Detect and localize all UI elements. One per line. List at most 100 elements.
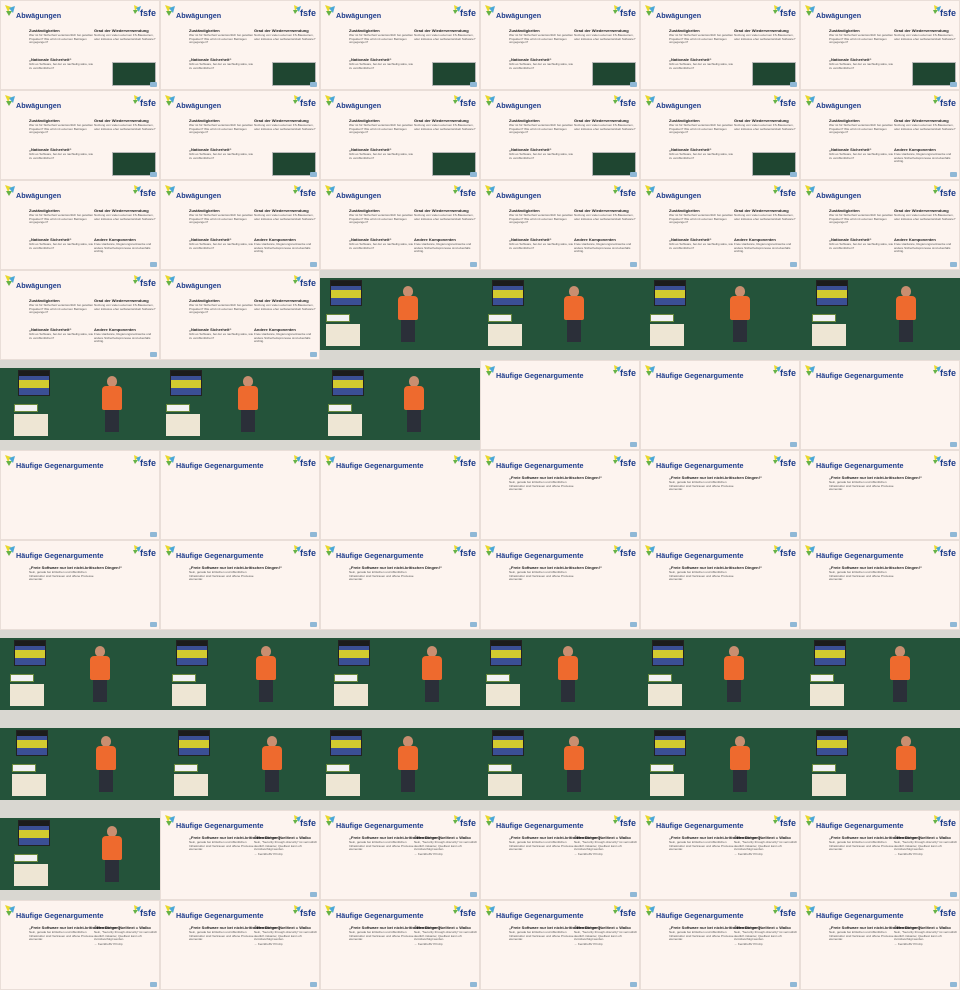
slide-thumbnail-gegenargumente[interactable]: fsfe Häufige Gegenargumente: [160, 450, 320, 540]
slide-thumbnail-gegenargumente[interactable]: fsfe Häufige Gegenargumente „Freie Softwar…: [640, 450, 800, 540]
svg-text:fsfe: fsfe: [940, 548, 956, 558]
slide-title: Häufige Gegenargumente: [176, 911, 264, 920]
poster-header: [15, 641, 45, 646]
video-frame-speaker[interactable]: [320, 270, 480, 360]
speaker-legs: [259, 680, 273, 702]
slide-thumbnail-abwaegungen[interactable]: fsfe Abwägungen Zuständigkeiten Wer ist für…: [0, 180, 160, 270]
slide-thumbnail-abwaegungen[interactable]: fsfe Abwägungen Zuständigkeiten Wer ist für…: [800, 0, 960, 90]
svg-text:fsfe: fsfe: [620, 908, 636, 918]
content-block: Öffentlicher Quelltext = Walko Nein, "Sec…: [94, 925, 159, 946]
slide-thumbnail-gegenargumente[interactable]: fsfe Häufige Gegenargumente „Freie Softwar…: [480, 540, 640, 630]
slide-thumbnail-gegenargumente[interactable]: fsfe Häufige Gegenargumente: [480, 360, 640, 450]
content-block: Zuständigkeiten Wer ist für Sicherheit ve…: [29, 208, 95, 225]
slide-thumbnail-gegenargumente[interactable]: fsfe Häufige Gegenargumente „Freie Softwar…: [320, 900, 480, 990]
slide-thumbnail-abwaegungen[interactable]: fsfe Abwägungen Zuständigkeiten Wer ist für…: [640, 0, 800, 90]
slide-thumbnail-gegenargumente[interactable]: fsfe Häufige Gegenargumente: [800, 360, 960, 450]
slide-thumbnail-gegenargumente[interactable]: fsfe Häufige Gegenargumente: [0, 450, 160, 540]
block-body: Nein, gerade bei kritischen und öffentli…: [669, 480, 734, 492]
slide-title: Abwägungen: [176, 191, 222, 200]
floor: [160, 440, 320, 450]
page-number-badge: [150, 352, 157, 357]
video-frame-speaker[interactable]: [640, 720, 800, 810]
block-body: Freie Hardware, Regierungsnetzwerke und …: [574, 242, 632, 254]
slide-thumbnail-abwaegungen[interactable]: fsfe Abwägungen Zuständigkeiten Wer ist für…: [320, 90, 480, 180]
slide-thumbnail-gegenargumente[interactable]: fsfe Häufige Gegenargumente „Freie Softwar…: [800, 450, 960, 540]
wall: [160, 720, 320, 728]
wall: [0, 630, 160, 638]
fsfe-logo-icon: fsfe: [292, 544, 316, 558]
slide-thumbnail-abwaegungen[interactable]: fsfe Abwägungen Zuständigkeiten Wer ist für…: [480, 90, 640, 180]
slide-thumbnail-abwaegungen[interactable]: fsfe Abwägungen Zuständigkeiten Wer ist für…: [160, 180, 320, 270]
slide-thumbnail-gegenargumente[interactable]: fsfe Häufige Gegenargumente „Freie Softwar…: [800, 540, 960, 630]
slide-thumbnail-abwaegungen[interactable]: fsfe Abwägungen Zuständigkeiten Wer ist für…: [480, 0, 640, 90]
slide-thumbnail-abwaegungen[interactable]: fsfe Abwägungen Zuständigkeiten Wer ist für…: [320, 0, 480, 90]
video-frame-speaker[interactable]: [800, 270, 960, 360]
svg-text:fsfe: fsfe: [620, 98, 636, 108]
video-frame-speaker[interactable]: [480, 270, 640, 360]
slide-thumbnail-gegenargumente[interactable]: fsfe Häufige Gegenargumente „Freie Softwar…: [640, 900, 800, 990]
slide-thumbnail-gegenargumente[interactable]: fsfe Häufige Gegenargumente „Freie Softwar…: [800, 810, 960, 900]
page-number-badge: [150, 982, 157, 987]
slide-thumbnail-gegenargumente[interactable]: fsfe Häufige Gegenargumente „Freie Softwar…: [640, 810, 800, 900]
slide-thumbnail-abwaegungen[interactable]: fsfe Abwägungen Zuständigkeiten Wer ist für…: [320, 180, 480, 270]
slide-thumbnail-abwaegungen[interactable]: fsfe Abwägungen Zuständigkeiten Wer ist für…: [0, 90, 160, 180]
video-frame-speaker[interactable]: [640, 270, 800, 360]
video-frame-speaker[interactable]: [0, 630, 160, 720]
slide-thumbnail-abwaegungen[interactable]: fsfe Abwägungen Zuständigkeiten Wer ist für…: [640, 90, 800, 180]
block-body: Nein, "Security through obscurity" ist v…: [734, 930, 797, 942]
slide-thumbnail-abwaegungen[interactable]: fsfe Abwägungen Zuständigkeiten Wer ist für…: [0, 0, 160, 90]
slide-title: Häufige Gegenargumente: [336, 461, 424, 470]
page-number-badge: [310, 262, 317, 267]
slide-thumbnail-abwaegungen[interactable]: fsfe Abwägungen Zuständigkeiten Wer ist für…: [160, 270, 320, 360]
video-frame-speaker[interactable]: [320, 630, 480, 720]
slide-title: Abwägungen: [16, 281, 62, 290]
slide-thumbnail-gegenargumente[interactable]: fsfe Häufige Gegenargumente „Freie Softwar…: [0, 900, 160, 990]
slide-thumbnail-gegenargumente[interactable]: fsfe Häufige Gegenargumente „Freie Softwar…: [480, 450, 640, 540]
page-number-badge: [630, 262, 637, 267]
slide-thumbnail-gegenargumente[interactable]: fsfe Häufige Gegenargumente „Freie Softwar…: [800, 900, 960, 990]
video-frame-speaker[interactable]: [800, 720, 960, 810]
video-frame-speaker[interactable]: [160, 720, 320, 810]
slide-thumbnail-gegenargumente[interactable]: fsfe Häufige Gegenargumente „Freie Softwar…: [160, 540, 320, 630]
slide-thumbnail-abwaegungen[interactable]: fsfe Abwägungen Zuständigkeiten Wer ist für…: [160, 0, 320, 90]
slide-thumbnail-abwaegungen[interactable]: fsfe Abwägungen Zuständigkeiten Wer ist für…: [480, 180, 640, 270]
video-frame-speaker[interactable]: [0, 360, 160, 450]
video-frame-speaker[interactable]: [320, 360, 480, 450]
fsfe-star-logo-icon: [643, 543, 657, 556]
slide-thumbnail-gegenargumente[interactable]: fsfe Häufige Gegenargumente „Freie Softwar…: [160, 900, 320, 990]
video-frame-speaker[interactable]: [640, 630, 800, 720]
video-frame-speaker[interactable]: [160, 630, 320, 720]
slide-thumbnail-gegenargumente[interactable]: fsfe Häufige Gegenargumente „Freie Softwar…: [320, 540, 480, 630]
slide-thumbnail-gegenargumente[interactable]: fsfe Häufige Gegenargumente „Freie Softwar…: [160, 810, 320, 900]
slide-thumbnail-abwaegungen[interactable]: fsfe Abwägungen Zuständigkeiten Wer ist für…: [800, 90, 960, 180]
slide-thumbnail-abwaegungen[interactable]: fsfe Abwägungen Zuständigkeiten Wer ist für…: [0, 270, 160, 360]
content-block: „Freie Software nur bei nicht-kritischen…: [29, 565, 122, 582]
content-block: „Freie Software nur bei nicht-kritischen…: [509, 475, 602, 492]
slide-thumbnail-abwaegungen[interactable]: fsfe Abwägungen Zuständigkeiten Wer ist für…: [800, 180, 960, 270]
content-block: „Freie Software nur bei nicht-kritischen…: [349, 925, 442, 942]
video-frame-speaker[interactable]: [800, 630, 960, 720]
slide-thumbnail-gegenargumente[interactable]: fsfe Häufige Gegenargumente: [320, 450, 480, 540]
slide-thumbnail-gegenargumente[interactable]: fsfe Häufige Gegenargumente „Freie Softwar…: [480, 900, 640, 990]
slide-title: Häufige Gegenargumente: [656, 371, 744, 380]
video-frame-speaker[interactable]: [480, 630, 640, 720]
slide-thumbnail-gegenargumente[interactable]: fsfe Häufige Gegenargumente „Freie Softwar…: [0, 540, 160, 630]
slide-thumbnail-gegenargumente[interactable]: fsfe Häufige Gegenargumente: [640, 360, 800, 450]
slide-thumbnail-abwaegungen[interactable]: fsfe Abwägungen Zuständigkeiten Wer ist für…: [640, 180, 800, 270]
video-frame-speaker[interactable]: [0, 810, 160, 900]
content-block: Zuständigkeiten Wer ist für Sicherheit ve…: [669, 28, 735, 45]
block-body: Nein, gerade bei kritischen und öffentli…: [189, 930, 254, 942]
video-frame-speaker[interactable]: [320, 720, 480, 810]
poster-yellow-band: [17, 740, 47, 748]
slide-thumbnail-gegenargumente[interactable]: fsfe Häufige Gegenargumente „Freie Softwar…: [480, 810, 640, 900]
informatik-sign: [488, 764, 512, 772]
slide-thumbnail-abwaegungen[interactable]: fsfe Abwägungen Zuständigkeiten Wer ist für…: [160, 90, 320, 180]
video-frame-speaker[interactable]: [160, 360, 320, 450]
video-frame-speaker[interactable]: [0, 720, 160, 810]
slide-thumbnail-gegenargumente[interactable]: fsfe Häufige Gegenargumente „Freie Softwar…: [320, 810, 480, 900]
content-block: „Nationale Sicherheit“ Gibt es Software, …: [29, 147, 95, 160]
slide-thumbnail-gegenargumente[interactable]: fsfe Häufige Gegenargumente „Freie Softwar…: [640, 540, 800, 630]
video-frame-speaker[interactable]: [480, 720, 640, 810]
content-block: „Freie Software nur bei nicht-kritischen…: [669, 475, 762, 492]
block-body: Wer ist für Sicherheit verantwortlich be…: [669, 123, 734, 135]
